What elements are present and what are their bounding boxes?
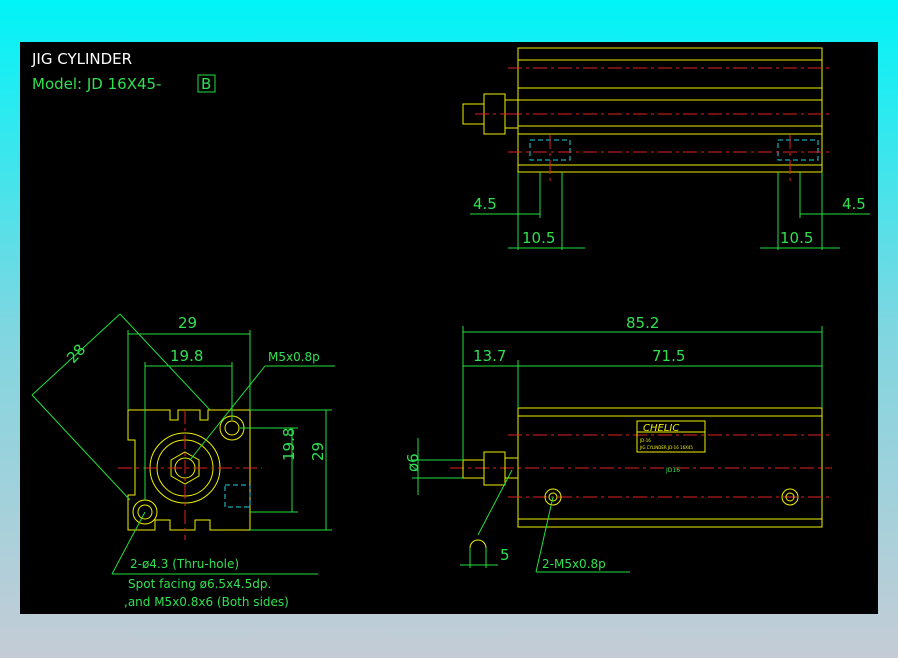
note-thread: ,and M5x0.8x6 (Both sides): [124, 595, 289, 609]
dim-width-29: 29: [178, 314, 197, 332]
dim-4.5-right: 4.5: [842, 195, 866, 213]
model-label: Model: JD 16X45-: [32, 75, 161, 93]
dim-body-71.5: 71.5: [652, 347, 685, 365]
dim-rod-13.7: 13.7: [473, 347, 506, 365]
dim-rod-dia: ø6: [404, 453, 422, 472]
port-label: M5x0.8p: [268, 350, 320, 364]
brand-logo: CHELIC: [643, 423, 679, 434]
dim-pitch-19.8-h: 19.8: [170, 347, 203, 365]
dim-10.5-right: 10.5: [780, 229, 813, 247]
model-tag: JD16: [665, 467, 680, 474]
cad-drawing: JIG CYLINDER Model: JD 16X45- B 4.5 10.5: [20, 42, 878, 614]
drawing-area: [20, 42, 878, 614]
nameplate-line2: JIG CYLINDER JD-16 16X45: [639, 445, 693, 450]
dim-10.5-left: 10.5: [522, 229, 555, 247]
side-port-label: 2-M5x0.8p: [542, 557, 606, 571]
title: JIG CYLINDER: [31, 50, 132, 68]
dim-wrench-5: 5: [500, 546, 510, 564]
nameplate-line1: JD-16: [639, 438, 651, 443]
dim-4.5-left: 4.5: [473, 195, 497, 213]
model-variant: B: [201, 75, 211, 93]
dim-height-29: 29: [309, 442, 327, 461]
dim-overall-85.2: 85.2: [626, 314, 659, 332]
note-spot-facing: Spot facing ø6.5x4.5dp.: [128, 577, 271, 591]
dim-pitch-19.8-v: 19.8: [280, 428, 298, 461]
note-thru-hole: 2-ø4.3 (Thru-hole): [130, 557, 239, 571]
